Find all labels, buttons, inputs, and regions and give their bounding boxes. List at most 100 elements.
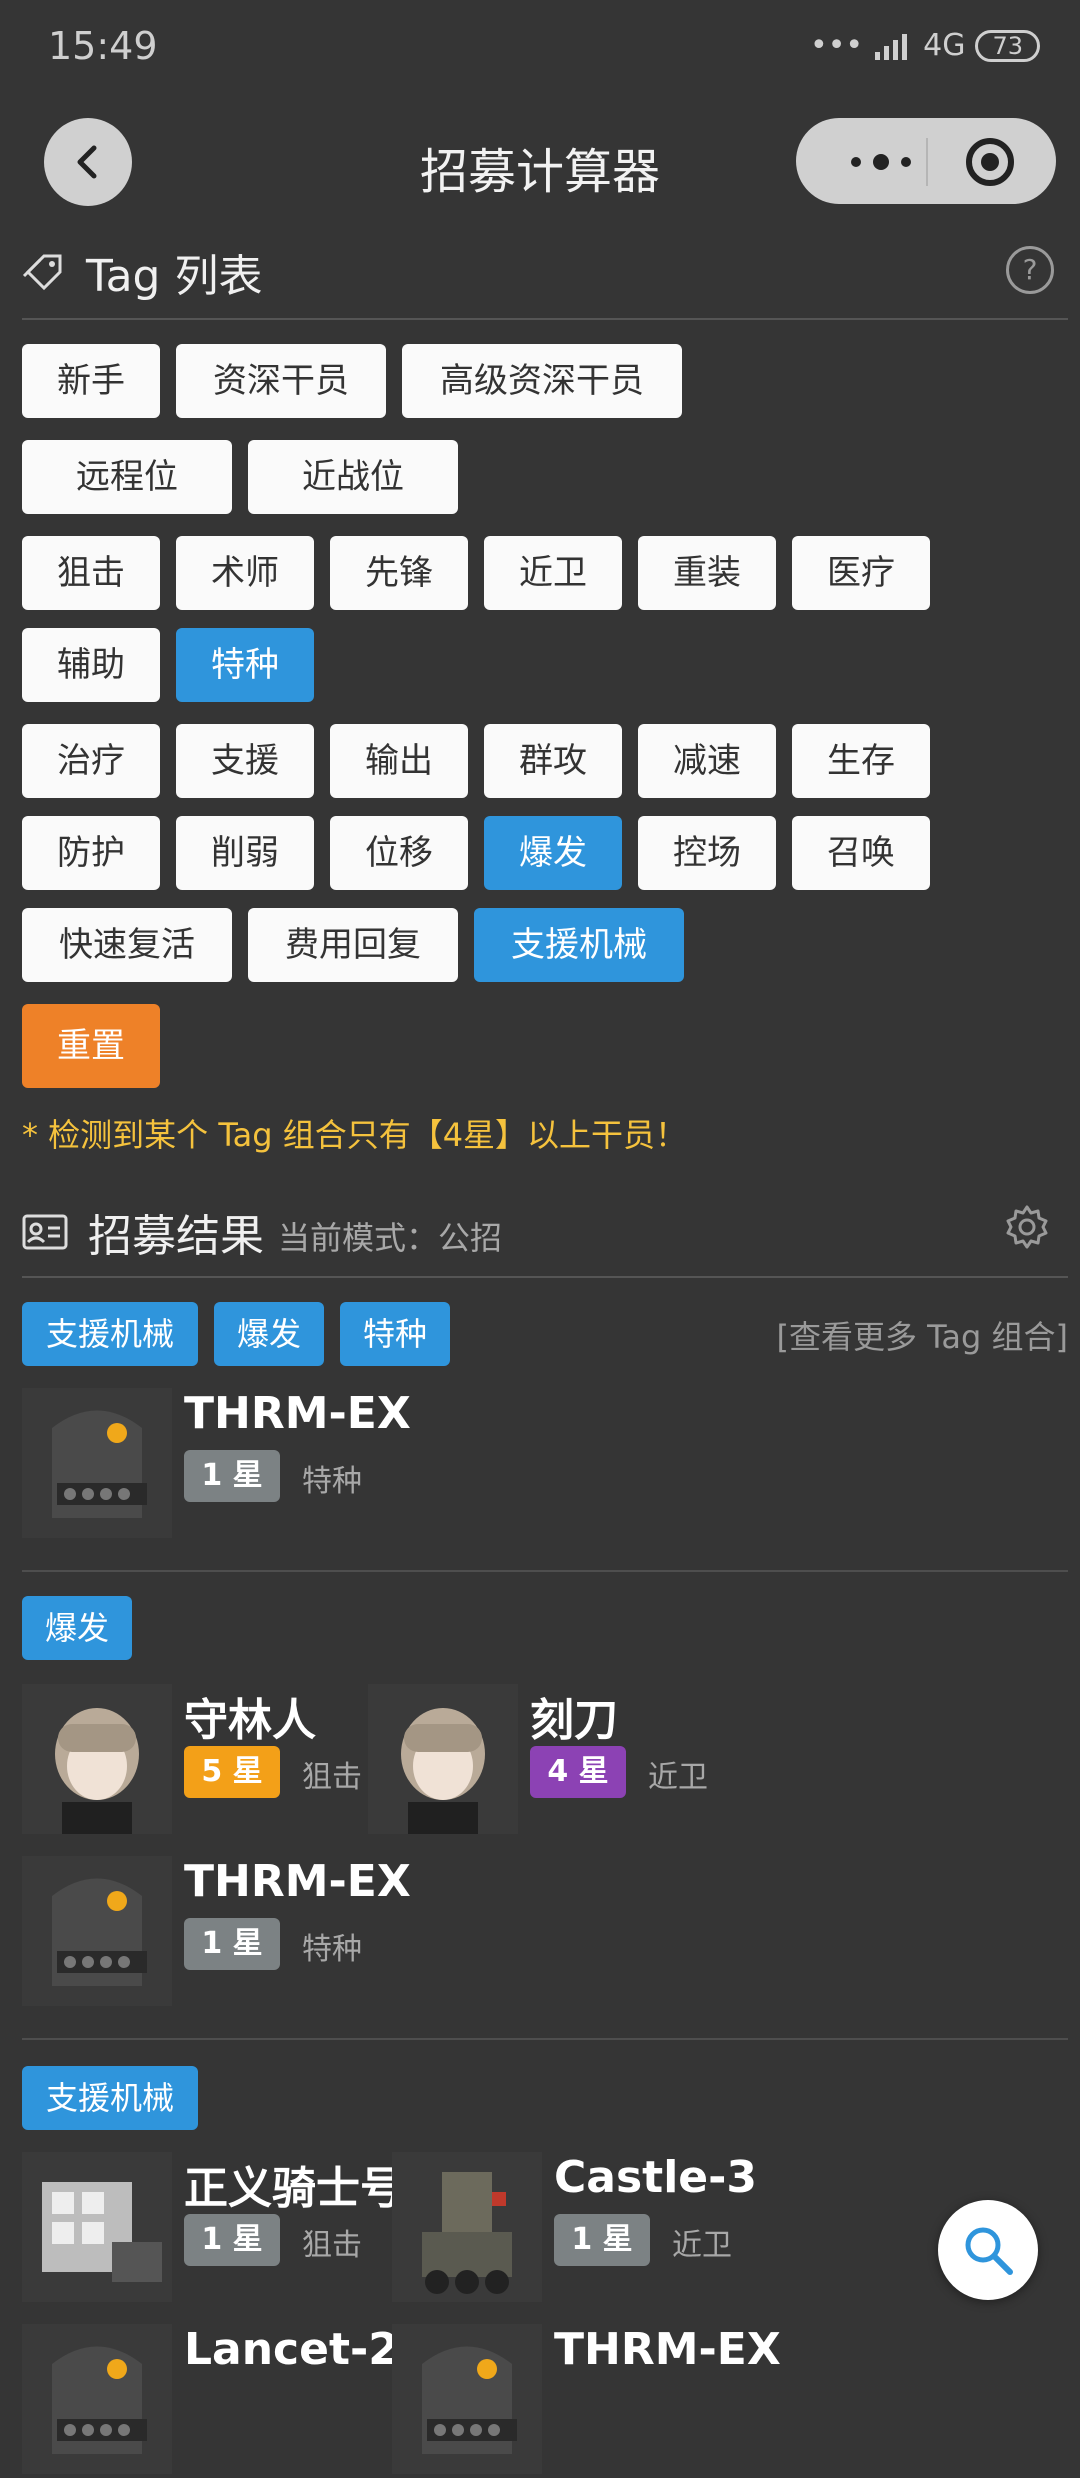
tag-button[interactable]: 远程位 [22, 440, 232, 514]
tag-icon [22, 254, 62, 291]
tag-section-title: Tag 列表 [86, 251, 263, 302]
more-dots-icon: ••• [810, 28, 864, 63]
status-time: 15:49 [48, 24, 158, 68]
operator-class: 狙击 [302, 1760, 362, 1795]
status-bar: 15:49 ••• 4G 73 [0, 0, 1080, 100]
tag-button[interactable]: 支援 [176, 724, 314, 798]
help-icon[interactable]: ? [1006, 246, 1054, 294]
operator-avatar [22, 2324, 172, 2474]
tag-button[interactable]: 费用回复 [248, 908, 458, 982]
tag-button[interactable]: 群攻 [484, 724, 622, 798]
operator-avatar [22, 1388, 172, 1538]
tag-button[interactable]: 生存 [792, 724, 930, 798]
tag-button[interactable]: 医疗 [792, 536, 930, 610]
firewatch-avatar [22, 1684, 172, 1834]
rarity-badge: 1 星 [184, 1450, 280, 1502]
tag-button[interactable]: 支援机械 [474, 908, 684, 982]
tag-button[interactable]: 近战位 [248, 440, 458, 514]
operator-class: 近卫 [672, 2228, 732, 2263]
tag-button[interactable]: 术师 [176, 536, 314, 610]
tag-button[interactable]: 快速复活 [22, 908, 232, 982]
tag-button[interactable]: 特种 [176, 628, 314, 702]
operator-avatar [368, 1684, 518, 1834]
tag-section-header: Tag 列表 [22, 240, 1068, 304]
rarity-badge: 4 星 [530, 1746, 626, 1798]
close-button[interactable] [966, 138, 1014, 186]
thrm-ex-avatar [22, 1856, 172, 2006]
tag-button[interactable]: 控场 [638, 816, 776, 890]
operator-card[interactable]: Castle-3 1 星近卫 [392, 2152, 757, 2302]
operator-card[interactable]: 守林人 5 星狙击 [22, 1684, 382, 1834]
tag-button[interactable]: 高级资深干员 [402, 344, 682, 418]
search-button[interactable] [938, 2200, 1038, 2300]
tag-button[interactable]: 重装 [638, 536, 776, 610]
operator-name: THRM-EX [554, 2324, 781, 2375]
operator-name: THRM-EX [184, 1856, 411, 1907]
tag-button[interactable]: 治疗 [22, 724, 160, 798]
result-tag: 爆发 [22, 1596, 132, 1660]
tag-button[interactable]: 狙击 [22, 536, 160, 610]
tag-button[interactable]: 削弱 [176, 816, 314, 890]
warning-text: * 检测到某个 Tag 组合只有【4星】以上干员！ [22, 1116, 688, 1154]
operator-card[interactable]: 刻刀 4 星近卫 [368, 1684, 728, 1834]
tag-button[interactable]: 输出 [330, 724, 468, 798]
id-card-icon [22, 1214, 68, 1250]
divider [22, 318, 1068, 320]
operator-avatar [22, 1856, 172, 2006]
settings-button[interactable] [1004, 1204, 1050, 1254]
result-section-title: 招募结果 [88, 1211, 264, 1262]
thrm-ex-avatar [392, 2324, 542, 2474]
tag-button[interactable]: 近卫 [484, 536, 622, 610]
operator-avatar [392, 2152, 542, 2302]
dot-icon [901, 157, 911, 167]
reset-button[interactable]: 重置 [22, 1004, 160, 1088]
result-tag: 爆发 [214, 1302, 324, 1366]
signal-icon [875, 33, 908, 60]
rarity-badge: 1 星 [554, 2214, 650, 2266]
thrm-ex-avatar [22, 1388, 172, 1538]
battery-icon: 73 [975, 29, 1040, 62]
rarity-badge: 5 星 [184, 1746, 280, 1798]
result-tag: 特种 [340, 1302, 450, 1366]
tag-button[interactable]: 爆发 [484, 816, 622, 890]
operator-card[interactable]: THRM-EX [392, 2324, 781, 2474]
operator-class: 特种 [302, 1932, 362, 1967]
tag-button[interactable]: 资深干员 [176, 344, 386, 418]
divider [22, 1276, 1068, 1278]
operator-name: 刻刀 [530, 1695, 618, 1746]
result-tag: 支援机械 [22, 2066, 198, 2130]
operator-card[interactable]: THRM-EX 1 星特种 [22, 1388, 411, 1538]
operator-card[interactable]: 正义骑士号 1 星狙击 [22, 2152, 404, 2302]
dot-icon [851, 157, 861, 167]
operator-card[interactable]: Lancet-2 [22, 2324, 399, 2474]
justice-knight-avatar [22, 2152, 172, 2302]
tag-button[interactable]: 召唤 [792, 816, 930, 890]
more-button[interactable] [826, 142, 936, 182]
tag-button[interactable]: 减速 [638, 724, 776, 798]
mini-program-capsule [796, 118, 1056, 204]
operator-class: 特种 [302, 1464, 362, 1499]
operator-avatar [392, 2324, 542, 2474]
tag-button[interactable]: 位移 [330, 816, 468, 890]
operator-avatar [22, 1684, 172, 1834]
operator-card[interactable]: THRM-EX 1 星特种 [22, 1856, 411, 2006]
tag-button[interactable]: 先锋 [330, 536, 468, 610]
more-combos-link[interactable]: [查看更多 Tag 组合] [777, 1312, 1069, 1358]
tag-button[interactable]: 辅助 [22, 628, 160, 702]
operator-name: 守林人 [184, 1695, 316, 1746]
operator-avatar [22, 2152, 172, 2302]
tag-button[interactable]: 新手 [22, 344, 160, 418]
target-icon [981, 153, 999, 171]
result-tag: 支援机械 [22, 1302, 198, 1366]
tag-button[interactable]: 防护 [22, 816, 160, 890]
dot-icon [873, 154, 889, 170]
group-divider [22, 2038, 1068, 2040]
castle-3-avatar [392, 2152, 542, 2302]
cutter-avatar [368, 1684, 518, 1834]
rarity-badge: 1 星 [184, 2214, 280, 2266]
capsule-divider [926, 138, 928, 186]
operator-name: 正义骑士号 [184, 2163, 404, 2214]
operator-name: Castle-3 [554, 2152, 758, 2203]
status-icons: ••• 4G 73 [810, 28, 1040, 63]
search-icon [965, 2227, 1013, 2275]
